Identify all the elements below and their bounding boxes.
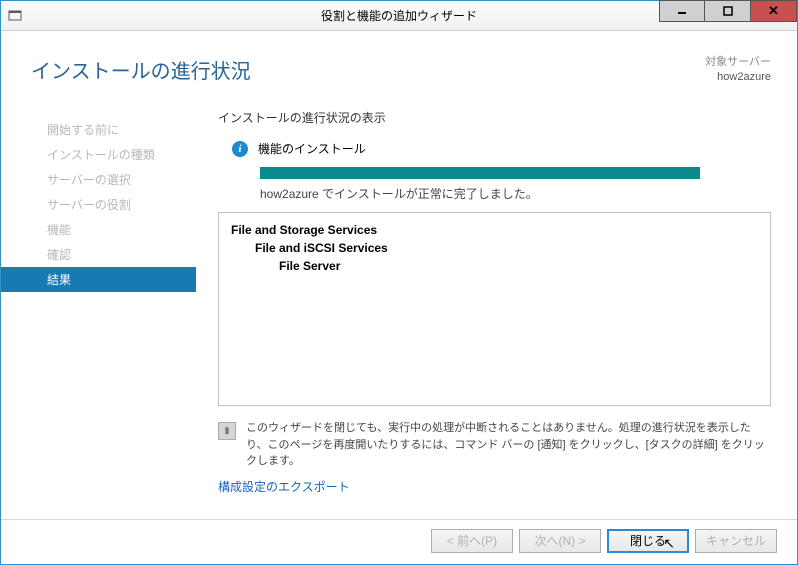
result-item: File and iSCSI Services [231,239,758,257]
close-wizard-button[interactable]: 閉じる ↖ [607,529,689,553]
close-wizard-label: 閉じる [630,532,666,549]
status-label: 機能のインストール [258,140,366,157]
sidebar-item-before-begin: 開始する前に [1,117,196,142]
progress-bar [260,167,700,179]
app-icon [7,8,23,24]
minimize-button[interactable] [659,0,705,22]
info-icon: i [232,141,248,157]
progress-message: how2azure でインストールが正常に完了しました。 [260,185,771,202]
target-server-name: how2azure [705,70,771,85]
flag-icon: ▮ [218,422,236,440]
cancel-button: キャンセル [695,529,777,553]
sidebar-item-install-type: インストールの種類 [1,142,196,167]
sidebar-item-confirmation: 確認 [1,242,196,267]
result-item: File and Storage Services [231,221,758,239]
close-button[interactable]: ✕ [751,0,797,22]
maximize-button[interactable] [705,0,751,22]
prev-button: < 前へ(P) [431,529,513,553]
header: インストールの進行状況 対象サーバー how2azure [1,31,797,109]
sidebar-item-server-roles: サーバーの役割 [1,192,196,217]
next-button: 次へ(N) > [519,529,601,553]
page-title: インストールの進行状況 [31,55,251,84]
export-config-link[interactable]: 構成設定のエクスポート [218,478,350,495]
footer: < 前へ(P) 次へ(N) > 閉じる ↖ キャンセル [1,519,797,561]
sidebar-item-features: 機能 [1,217,196,242]
cursor-icon: ↖ [663,535,675,552]
note-row: ▮ このウィザードを閉じても、実行中の処理が中断されることはありません。処理の進… [218,420,771,470]
titlebar: 役割と機能の追加ウィザード ✕ [1,1,797,31]
status-row: i 機能のインストール [218,140,771,157]
main-heading: インストールの進行状況の表示 [218,109,771,126]
sidebar: 開始する前に インストールの種類 サーバーの選択 サーバーの役割 機能 確認 結… [1,109,196,509]
result-item: File Server [231,257,758,275]
window-title: 役割と機能の追加ウィザード [321,7,477,24]
note-text: このウィザードを閉じても、実行中の処理が中断されることはありません。処理の進行状… [246,420,771,470]
target-server-label: 対象サーバー [705,55,771,70]
window-controls: ✕ [659,1,797,30]
results-box[interactable]: File and Storage Services File and iSCSI… [218,212,771,406]
sidebar-item-server-selection: サーバーの選択 [1,167,196,192]
main-panel: インストールの進行状況の表示 i 機能のインストール how2azure でイン… [196,109,797,509]
sidebar-item-results: 結果 [1,267,196,292]
target-server: 対象サーバー how2azure [705,55,771,86]
